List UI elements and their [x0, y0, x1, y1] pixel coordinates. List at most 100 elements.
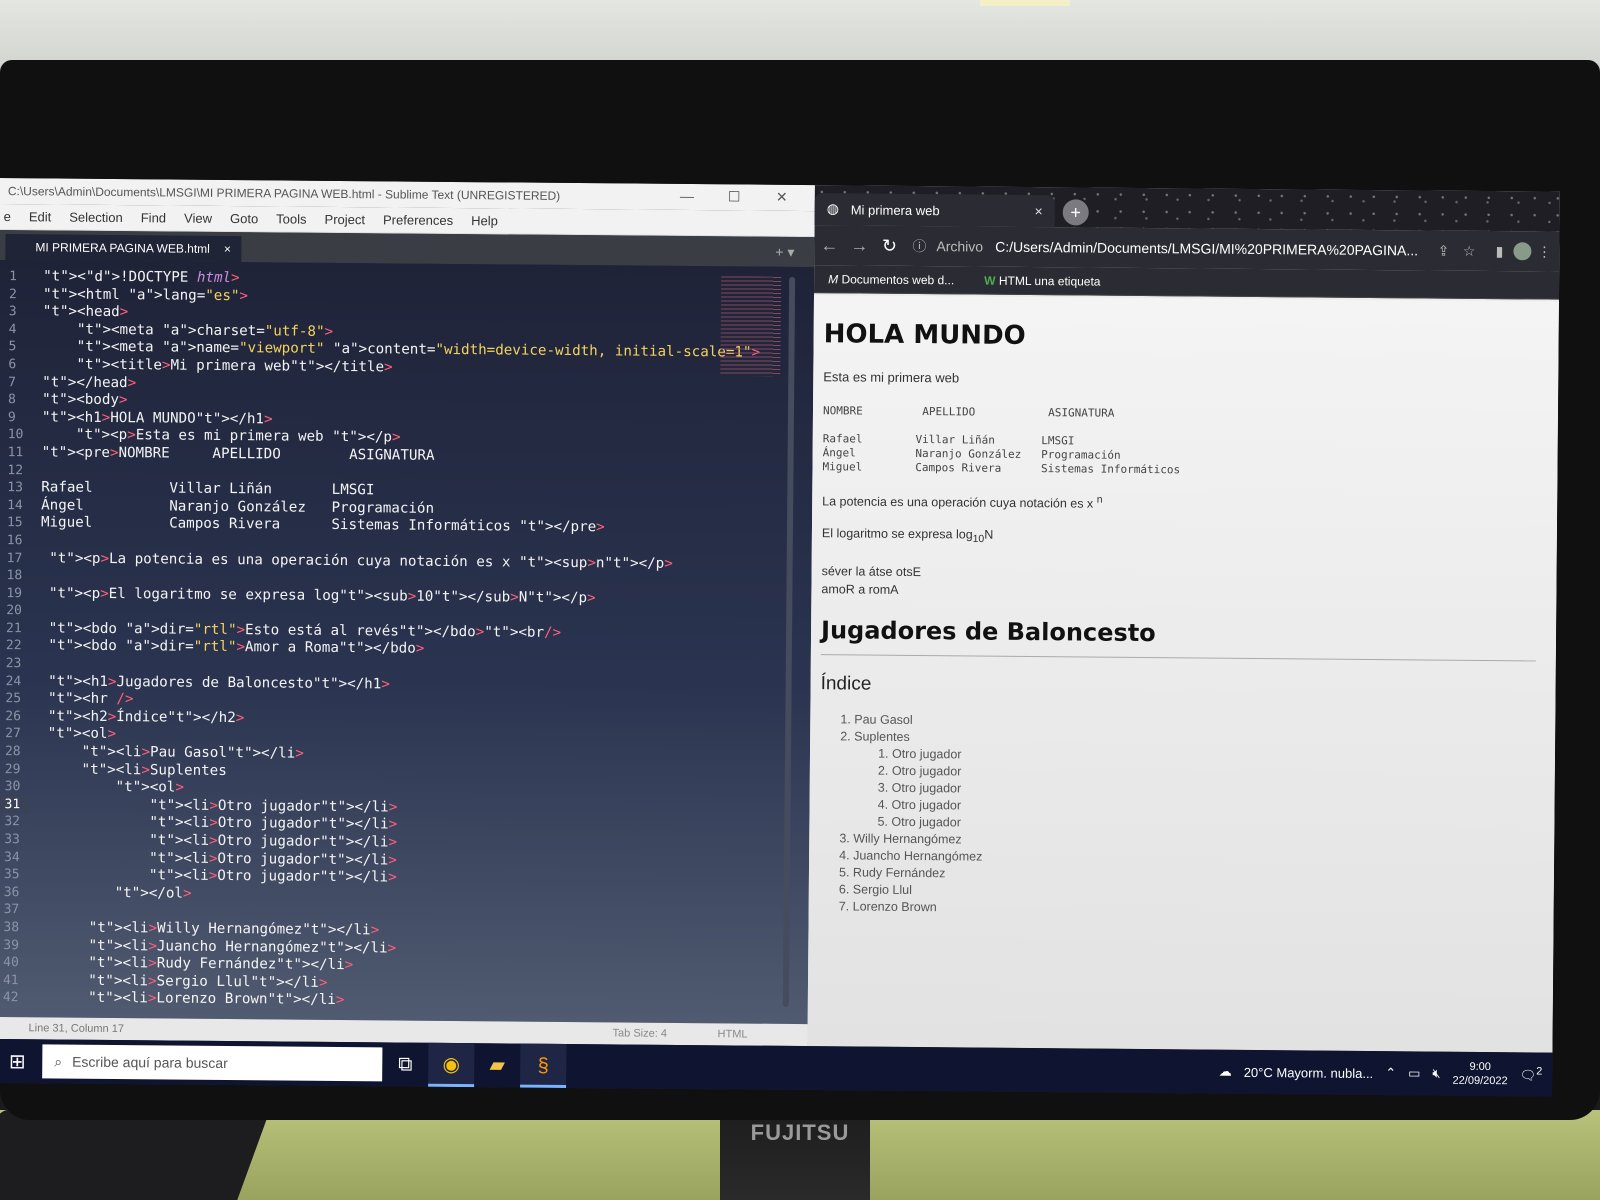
browser-tab-title: Mi primera web: [850, 201, 940, 218]
monitor: FUJITSU C:\Users\Admin\Documents\LMSGI\M…: [0, 60, 1600, 1145]
page-paragraph: Esta es mi primera web: [823, 369, 960, 386]
sidepanel-icon[interactable]: ▮: [1496, 243, 1504, 260]
line-number: 36: [3, 884, 20, 900]
search-icon: ⌕: [54, 1053, 63, 1070]
browser-tab[interactable]: ◍ Mi primera web ×: [814, 193, 1055, 228]
line-number: 7: [8, 374, 17, 390]
tab-overflow-icon[interactable]: + ▾: [775, 244, 794, 261]
sublime-taskbar-icon[interactable]: §: [520, 1043, 567, 1088]
list-item: Suplentes Otro jugador Otro jugador Otro…: [853, 728, 1555, 836]
close-icon[interactable]: ✕: [776, 189, 788, 206]
line-number: 11: [7, 445, 24, 461]
power-paragraph: La potencia es una operación cuya notaci…: [822, 494, 1103, 511]
line-number: 19: [6, 585, 23, 601]
line-number: 13: [7, 480, 24, 496]
substitutes-list: Otro jugador Otro jugador Otro jugador O…: [853, 745, 1555, 836]
line-number: 28: [4, 744, 21, 760]
line-number: 40: [3, 955, 19, 971]
line-number: 16: [6, 532, 23, 549]
menu-tools[interactable]: Tools: [276, 211, 306, 226]
menu-selection[interactable]: Selection: [69, 210, 123, 225]
new-tab-button[interactable]: +: [1062, 199, 1089, 226]
line-number: 14: [7, 497, 23, 513]
taskbar-search-input[interactable]: ⌕ Escribe aquí para buscar: [42, 1044, 383, 1082]
superscript-n: n: [1096, 494, 1103, 506]
line-number: 41: [2, 972, 19, 988]
line-number: 18: [6, 568, 23, 584]
tab-size-indicator[interactable]: Tab Size: 4: [613, 1027, 668, 1039]
volume-muted-icon[interactable]: 🔇︎: [1432, 1066, 1440, 1082]
line-number: 26: [5, 708, 22, 725]
bookmark-html[interactable]: W HTML una etiqueta: [984, 273, 1100, 288]
line-number: 23: [5, 656, 22, 672]
network-icon[interactable]: ▭: [1408, 1065, 1420, 1081]
line-number: 20: [6, 603, 22, 619]
minimap[interactable]: [720, 276, 782, 377]
bookmark-m-icon: M: [828, 271, 842, 286]
menu-goto[interactable]: Goto: [230, 211, 258, 226]
line-number: 33: [4, 832, 20, 848]
search-placeholder: Escribe aquí para buscar: [72, 1053, 228, 1072]
line-number: 34: [4, 849, 20, 865]
bdo-paragraph: séver la átse otsE amoR a romA: [821, 562, 1556, 604]
windows-start-icon[interactable]: ⊞: [0, 1048, 42, 1073]
menu-preferences[interactable]: Preferences: [383, 212, 453, 228]
maximize-icon[interactable]: ☐: [728, 188, 741, 205]
code-area[interactable]: "t"><"d">!DOCTYPE html> "t"><html "a">lan…: [37, 268, 760, 1013]
editor-tab[interactable]: MI PRIMERA PAGINA WEB.html ×: [5, 234, 242, 263]
editor-tab-label: MI PRIMERA PAGINA WEB.html: [35, 240, 210, 256]
weather-text[interactable]: 20°C Mayorm. nubla...: [1244, 1064, 1374, 1080]
browser-tab-close-icon[interactable]: ×: [1034, 203, 1042, 219]
site-scheme-label: Archivo: [936, 238, 984, 255]
chrome-taskbar-icon[interactable]: ◉: [428, 1042, 475, 1088]
line-number: 8: [7, 392, 16, 408]
file-explorer-icon[interactable]: ▰: [474, 1043, 520, 1087]
tab-close-icon[interactable]: ×: [224, 242, 231, 262]
menu-view[interactable]: View: [184, 211, 212, 226]
pre-rows: Rafael Villar Liñán LMSGI Ángel Naranjo …: [822, 432, 1181, 477]
clock[interactable]: 9:00 22/09/2022: [1453, 1060, 1508, 1088]
line-number: 42: [2, 990, 19, 1006]
task-view-icon[interactable]: ⧉: [382, 1042, 428, 1086]
menu-edit[interactable]: Edit: [29, 209, 52, 224]
line-number: 29: [4, 761, 21, 777]
menu-help[interactable]: Help: [471, 213, 498, 228]
line-number: 3: [8, 304, 17, 320]
line-number: 6: [8, 357, 17, 373]
chevron-up-icon[interactable]: ⌃: [1385, 1065, 1396, 1081]
line-number: 30: [4, 779, 21, 795]
editor-scrollbar[interactable]: [782, 276, 796, 1007]
ceiling-light: [980, 0, 1070, 6]
reload-icon[interactable]: ↻: [874, 235, 904, 256]
window-title: C:\Users\Admin\Documents\LMSGI\MI PRIMER…: [7, 184, 561, 203]
back-arrow-icon[interactable]: ←: [814, 235, 844, 256]
minimize-icon[interactable]: —: [680, 188, 694, 204]
notification-icon[interactable]: 🗨︎2: [1520, 1065, 1543, 1084]
page-heading: HOLA MUNDO: [823, 319, 1026, 351]
info-icon[interactable]: ⓘ: [912, 236, 926, 256]
monitor-brand-logo: FUJITSU: [750, 1120, 850, 1145]
bookmark-documentos[interactable]: M Documentos web d...: [828, 272, 954, 287]
editor-body[interactable]: 1 2 3 4 5 6 7 8 9 10 11 12 13 14 15 16 17 18 19 20 21 22 23 24 2…: [0, 259, 815, 1025]
system-tray: ☁ 20°C Mayorm. nubla... ⌃ ▭ 🔇︎ 9:00 22/0…: [1219, 1050, 1543, 1097]
syntax-indicator[interactable]: HTML: [718, 1028, 748, 1040]
share-icon[interactable]: ⇪: [1438, 242, 1450, 259]
bdo-line-1: séver la átse otsE: [821, 563, 922, 579]
line-number: 39: [3, 937, 20, 953]
bdo-line-2: amoR a romA: [821, 581, 899, 597]
chrome-window: ◍ Mi primera web × + ← → ↻ ⓘ Archivo C:/…: [807, 185, 1560, 1053]
line-number: 37: [3, 902, 20, 918]
avatar[interactable]: [1513, 242, 1532, 261]
forward-arrow-icon[interactable]: →: [844, 235, 874, 256]
section-heading: Jugadores de Baloncesto: [820, 615, 1156, 647]
menu-find[interactable]: Find: [141, 210, 166, 225]
menu-project[interactable]: Project: [325, 212, 366, 227]
menu-dots-icon[interactable]: ⋮: [1537, 243, 1551, 260]
menu-file[interactable]: e: [4, 209, 11, 224]
players-list: Pau Gasol Suplentes Otro jugador Otro ju…: [819, 711, 1556, 921]
cursor-position: Line 31, Column 17: [28, 1022, 125, 1036]
star-icon[interactable]: ☆: [1463, 242, 1476, 259]
address-bar-url[interactable]: C:/Users/Admin/Documents/LMSGI/MI%20PRIM…: [995, 239, 1418, 259]
line-number: 15: [6, 515, 23, 531]
preformatted-table: NOMBRE APELLIDO ASIGNATURA Rafael Villar …: [822, 404, 1558, 480]
